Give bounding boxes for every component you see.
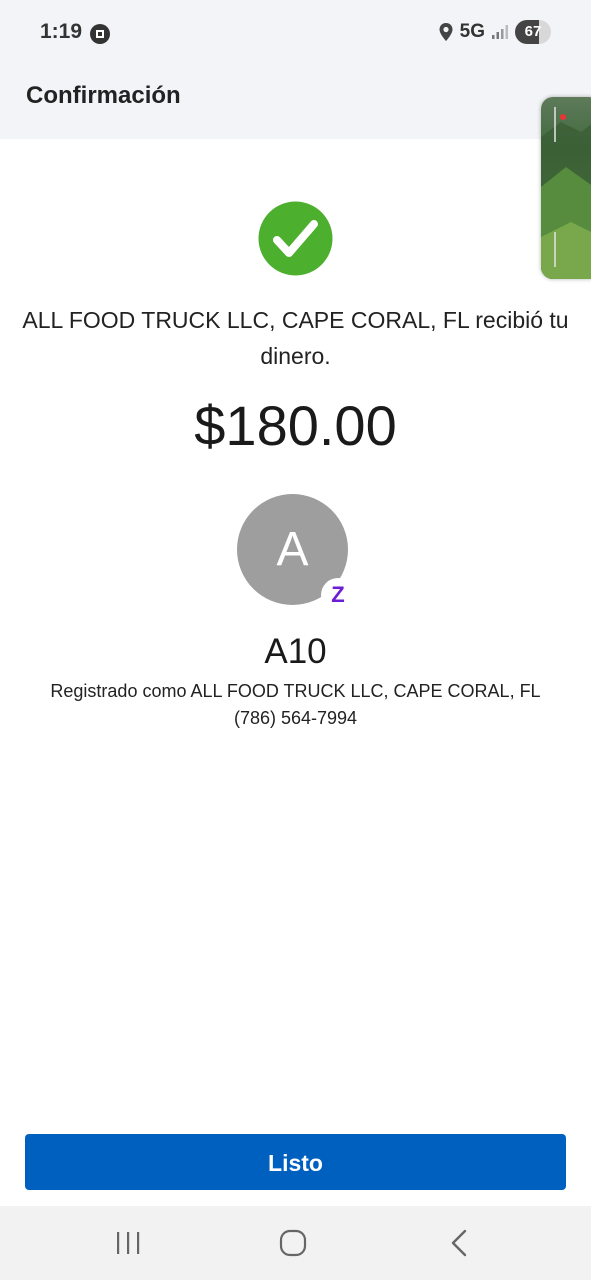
location-pin-icon: [439, 23, 453, 41]
recipient-name: A10: [264, 632, 327, 671]
back-icon[interactable]: [440, 1226, 480, 1260]
registered-as-text: Registrado como ALL FOOD TRUCK LLC, CAPE…: [50, 681, 541, 701]
status-bar: 1:19 5G 67: [0, 0, 591, 66]
status-time: 1:19: [40, 20, 83, 43]
check-circle-icon: [258, 201, 333, 276]
confirmation-screen: 1:19 5G 67 Confirmación ALL FOOD TRUCK L…: [0, 0, 591, 1280]
done-button[interactable]: Listo: [25, 1134, 566, 1190]
landscape-thumbnail-icon: [541, 107, 591, 279]
signal-bars-icon: [492, 25, 508, 39]
recents-icon[interactable]: [108, 1226, 148, 1260]
zelle-logo-icon: Z: [321, 578, 355, 612]
system-nav-bar: [0, 1206, 591, 1280]
status-indicators: 5G 67: [438, 20, 551, 44]
recipient-phone: (786) 564-7994: [233, 708, 358, 728]
pip-video-thumbnail[interactable]: [541, 97, 591, 279]
payment-amount: $180.00: [194, 394, 397, 457]
app-header: Confirmación: [0, 66, 591, 139]
battery-level: 67: [524, 23, 542, 40]
home-icon[interactable]: [273, 1226, 313, 1260]
battery-indicator: 67: [515, 20, 551, 44]
network-type: 5G: [459, 21, 485, 42]
chase-logo-icon: [90, 24, 110, 44]
page-title: Confirmación: [26, 82, 181, 109]
confirmation-message: ALL FOOD TRUCK LLC, CAPE CORAL, FL recib…: [22, 307, 569, 369]
